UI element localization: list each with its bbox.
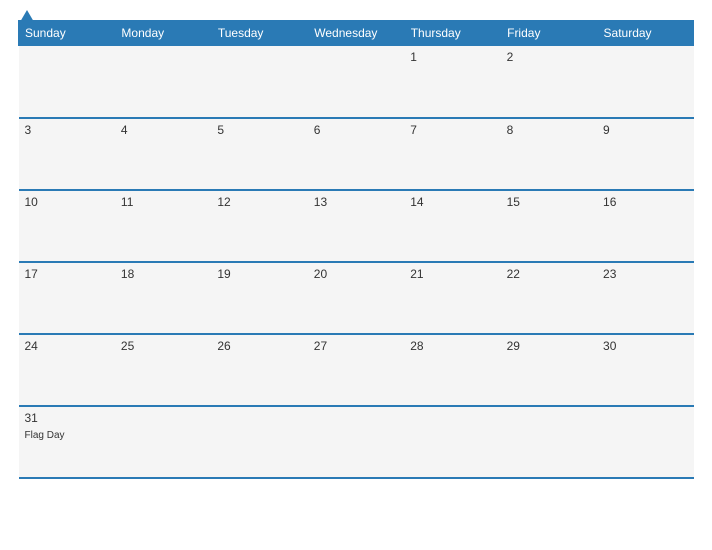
day-number: 24 [25, 339, 109, 353]
calendar-cell: 19 [211, 262, 307, 334]
calendar-cell: 8 [501, 118, 597, 190]
calendar-cell: 28 [404, 334, 500, 406]
day-number: 13 [314, 195, 398, 209]
calendar-week-row: 17 18 19 20 21 22 23 [19, 262, 694, 334]
logo-row [18, 10, 34, 22]
day-number: 6 [314, 123, 398, 137]
day-number: 31 [25, 411, 109, 425]
calendar-cell: 5 [211, 118, 307, 190]
day-event: Flag Day [25, 430, 65, 441]
calendar-cell [501, 406, 597, 478]
calendar-cell: 4 [115, 118, 211, 190]
calendar-cell: 24 [19, 334, 115, 406]
calendar-cell [308, 46, 404, 118]
calendar-cell [115, 46, 211, 118]
calendar-cell: 6 [308, 118, 404, 190]
day-number: 5 [217, 123, 301, 137]
day-number: 27 [314, 339, 398, 353]
day-number: 10 [25, 195, 109, 209]
calendar-cell: 23 [597, 262, 693, 334]
day-number: 1 [410, 50, 494, 64]
calendar-cell: 29 [501, 334, 597, 406]
calendar-cell [211, 406, 307, 478]
logo [18, 10, 34, 22]
day-number: 29 [507, 339, 591, 353]
calendar-cell: 27 [308, 334, 404, 406]
calendar-cell: 21 [404, 262, 500, 334]
day-number: 3 [25, 123, 109, 137]
calendar-week-row: 24 25 26 27 28 29 30 [19, 334, 694, 406]
calendar-cell: 16 [597, 190, 693, 262]
day-number: 22 [507, 267, 591, 281]
calendar-cell: 3 [19, 118, 115, 190]
day-number: 15 [507, 195, 591, 209]
calendar-cell [308, 406, 404, 478]
day-number: 19 [217, 267, 301, 281]
weekday-header-sunday: Sunday [19, 21, 115, 46]
calendar-cell: 7 [404, 118, 500, 190]
calendar-cell [404, 406, 500, 478]
day-number: 2 [507, 50, 591, 64]
day-number: 30 [603, 339, 687, 353]
calendar-cell: 10 [19, 190, 115, 262]
day-number: 16 [603, 195, 687, 209]
weekday-header-monday: Monday [115, 21, 211, 46]
weekday-header-saturday: Saturday [597, 21, 693, 46]
logo-triangle-icon [20, 10, 34, 22]
weekday-header-thursday: Thursday [404, 21, 500, 46]
calendar-week-row: 3456789 [19, 118, 694, 190]
calendar-cell: 11 [115, 190, 211, 262]
day-number: 25 [121, 339, 205, 353]
calendar-thead: SundayMondayTuesdayWednesdayThursdayFrid… [19, 21, 694, 46]
weekday-header-tuesday: Tuesday [211, 21, 307, 46]
day-number: 11 [121, 195, 205, 209]
weekday-header-wednesday: Wednesday [308, 21, 404, 46]
calendar-container: SundayMondayTuesdayWednesdayThursdayFrid… [0, 0, 712, 550]
calendar-cell: 30 [597, 334, 693, 406]
calendar-week-row: 12 [19, 46, 694, 118]
calendar-cell [597, 46, 693, 118]
calendar-cell: 12 [211, 190, 307, 262]
day-number: 20 [314, 267, 398, 281]
calendar-cell: 31 Flag Day [19, 406, 115, 478]
calendar-cell: 14 [404, 190, 500, 262]
calendar-cell: 15 [501, 190, 597, 262]
calendar-cell: 18 [115, 262, 211, 334]
calendar-cell: 25 [115, 334, 211, 406]
calendar-week-row: 31 Flag Day [19, 406, 694, 478]
day-number: 28 [410, 339, 494, 353]
calendar-cell: 1 [404, 46, 500, 118]
calendar-cell [211, 46, 307, 118]
day-number: 14 [410, 195, 494, 209]
day-number: 4 [121, 123, 205, 137]
calendar-grid: SundayMondayTuesdayWednesdayThursdayFrid… [18, 20, 694, 479]
day-number: 26 [217, 339, 301, 353]
calendar-cell: 9 [597, 118, 693, 190]
weekday-header-row: SundayMondayTuesdayWednesdayThursdayFrid… [19, 21, 694, 46]
calendar-cell: 20 [308, 262, 404, 334]
calendar-cell [19, 46, 115, 118]
calendar-cell: 17 [19, 262, 115, 334]
calendar-cell: 26 [211, 334, 307, 406]
day-number: 7 [410, 123, 494, 137]
day-number: 12 [217, 195, 301, 209]
calendar-cell: 13 [308, 190, 404, 262]
calendar-cell [597, 406, 693, 478]
day-number: 17 [25, 267, 109, 281]
day-number: 8 [507, 123, 591, 137]
calendar-header [18, 10, 694, 14]
day-number: 23 [603, 267, 687, 281]
calendar-cell [115, 406, 211, 478]
calendar-tbody: 1234567891011121314151617181920212223242… [19, 46, 694, 478]
weekday-header-friday: Friday [501, 21, 597, 46]
calendar-cell: 2 [501, 46, 597, 118]
calendar-week-row: 10 11 12 13 14 15 16 [19, 190, 694, 262]
day-number: 18 [121, 267, 205, 281]
day-number: 9 [603, 123, 687, 137]
calendar-cell: 22 [501, 262, 597, 334]
day-number: 21 [410, 267, 494, 281]
